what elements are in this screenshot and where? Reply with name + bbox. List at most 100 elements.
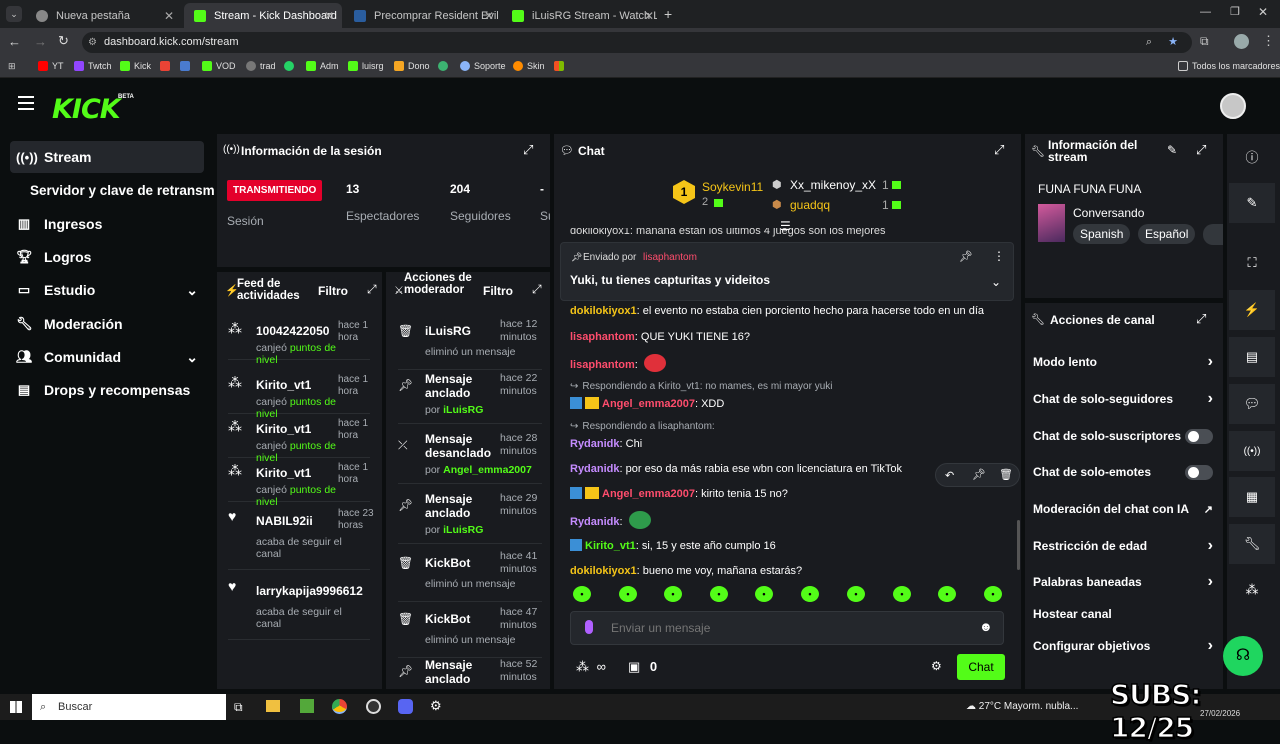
chat-username[interactable]: lisaphantom xyxy=(570,359,635,371)
reply-context[interactable]: ↪ Respondiendo a lisaphantom: xyxy=(570,421,1010,432)
pinned-message[interactable]: 📌︎ Enviado por lisaphantom 📌︎ ⋮ Yuki, tu… xyxy=(560,242,1014,301)
profile-avatar[interactable] xyxy=(1234,34,1249,49)
chat-message[interactable]: dokilokiyox1: bueno me voy, mañana estar… xyxy=(570,563,1010,581)
feed-item[interactable]: ⁂ Kirito_vt1 hace 1 hora canjeó puntos de n… xyxy=(228,416,370,464)
bookmark-star-icon[interactable]: ★ xyxy=(1168,32,1178,53)
popout-icon[interactable]: ⤢ xyxy=(532,282,542,297)
kick-logo[interactable]: KICK xyxy=(52,94,121,125)
chat-username[interactable]: dokilokiyox1 xyxy=(570,565,637,577)
feed-item[interactable]: ♥ larrykapija9996612 acaba de seguir el ca… xyxy=(228,576,370,640)
sidebar-item-stream[interactable]: ((•)) Stream xyxy=(10,141,204,173)
channel-action-item[interactable]: Moderación del chat con IA ↗ xyxy=(1033,501,1213,517)
unpin-icon[interactable]: 📌︎ xyxy=(959,250,973,263)
popout-icon[interactable]: ⤢ xyxy=(1196,142,1206,158)
mod-action-user[interactable]: Angel_emma2007 xyxy=(443,464,532,476)
bookmark-item[interactable]: YT xyxy=(38,61,64,71)
channel-action-item[interactable]: Chat de solo-suscriptores xyxy=(1033,428,1213,444)
emoji-picker-icon[interactable]: ☻ xyxy=(979,619,993,634)
chat-username[interactable]: Kirito_vt1 xyxy=(585,540,636,552)
sidebar-item-estudio[interactable]: ▭ Estudio ⌄ xyxy=(10,274,204,306)
extensions-icon[interactable]: ⧉ xyxy=(1200,34,1209,49)
support-headset-button[interactable]: ☊ xyxy=(1223,636,1263,676)
sidebar-item-ingresos[interactable]: ▥ Ingresos xyxy=(10,208,204,240)
edit-pencil-icon[interactable]: ✎ xyxy=(1229,183,1275,223)
bookmark-item[interactable]: luisrg xyxy=(348,61,384,71)
all-bookmarks[interactable]: Todos los marcadores xyxy=(1178,61,1280,71)
broadcast-icon[interactable]: ((•)) xyxy=(1229,431,1275,471)
mod-action-item[interactable]: 📌︎ Mensaje anclado hace 52 minutos xyxy=(398,656,542,696)
close-tab-icon[interactable]: ✕ xyxy=(484,9,494,23)
bookmark-item[interactable]: Soporte xyxy=(460,61,506,71)
channel-action-item[interactable]: Chat de solo-seguidores › xyxy=(1033,390,1213,407)
modactions-filter-button[interactable]: Filtro xyxy=(483,284,513,298)
reply-icon[interactable]: ↶ xyxy=(945,469,954,482)
popout-icon[interactable]: ⤢ xyxy=(367,282,377,297)
site-info-icon[interactable]: ⚙ xyxy=(88,32,97,53)
browser-tab[interactable]: iLuisRG Stream - Watch Live on ✕ xyxy=(502,3,662,28)
sidebar-item-comunidad[interactable]: 👥︎ Comunidad ⌄ xyxy=(10,341,204,373)
chat-scrollbar[interactable] xyxy=(1017,520,1020,570)
popout-icon[interactable]: ⤢ xyxy=(523,142,533,158)
pinned-author[interactable]: lisaphantom xyxy=(643,252,697,263)
feed-filter-button[interactable]: Filtro xyxy=(318,284,348,298)
feed-item[interactable]: ⁂ Kirito_vt1 hace 1 hora canjeó puntos de n… xyxy=(228,372,370,420)
chat-username[interactable]: Angel_emma2007 xyxy=(602,488,695,500)
user-avatar[interactable] xyxy=(1220,93,1246,119)
sidebar-item-server-key[interactable]: Servidor y clave de retransmisión xyxy=(10,174,215,206)
close-tab-icon[interactable]: ✕ xyxy=(164,9,174,23)
discord-icon[interactable] xyxy=(398,699,413,714)
collapse-leaderboard-icon[interactable]: ☰ xyxy=(780,219,791,233)
info-icon[interactable]: ⓘ xyxy=(1229,136,1275,176)
bookmark-icon[interactable] xyxy=(180,61,194,71)
chat-username[interactable]: Rydanidk xyxy=(570,438,620,450)
file-explorer-icon[interactable] xyxy=(266,700,280,712)
bookmark-item[interactable]: Skin xyxy=(513,61,545,71)
chat-username[interactable]: lisaphantom xyxy=(570,331,635,343)
back-icon[interactable]: ← xyxy=(8,34,21,49)
mod-action-item[interactable]: 🗑︎ iLuisRG hace 12 minutos eliminó un mensa… xyxy=(398,316,542,370)
emote-button[interactable]: • xyxy=(619,586,637,602)
sidebar-item-logros[interactable]: 🏆︎ Logros xyxy=(10,241,204,273)
emote-button[interactable]: • xyxy=(938,586,956,602)
mod-action-item[interactable]: 🗑︎ KickBot hace 41 minutos eliminó un mensa… xyxy=(398,548,542,602)
weather-widget[interactable]: ☁ 27°C Mayorm. nubla... xyxy=(966,701,1078,712)
bookmark-item[interactable]: Dono xyxy=(394,61,430,71)
hamburger-menu-icon[interactable] xyxy=(18,96,34,110)
leader-name[interactable]: Soykevin11 xyxy=(702,180,763,194)
task-view-icon[interactable]: ⧉ xyxy=(234,700,243,715)
wrench-icon[interactable]: 🔧︎ xyxy=(1229,524,1275,564)
chat-message[interactable]: Rydanidk: xyxy=(570,511,1010,529)
chat-username[interactable]: Rydanidk xyxy=(570,516,620,528)
reload-icon[interactable]: ↻ xyxy=(58,33,69,49)
channel-action-item[interactable]: Palabras baneadas › xyxy=(1033,573,1213,590)
bookmark-item[interactable]: VOD xyxy=(202,61,236,71)
feed-item[interactable]: ⁂ 10042422050 hace 1 hora canjeó puntos de … xyxy=(228,318,370,366)
delete-icon[interactable]: 🗑︎ xyxy=(999,468,1013,481)
more-options-icon[interactable]: ⋮ xyxy=(993,249,1005,263)
emote-button[interactable]: • xyxy=(801,586,819,602)
tag-chip[interactable]: Español xyxy=(1138,224,1196,244)
restore-icon[interactable]: ❐ xyxy=(1230,5,1240,18)
url-input[interactable]: ⚙ dashboard.kick.com/stream ⌕ ★ xyxy=(82,32,1192,53)
layout-icon[interactable]: ▦ xyxy=(1229,477,1275,517)
mod-action-user[interactable]: iLuisRG xyxy=(443,524,483,536)
screenshot-icon[interactable]: ⛶ xyxy=(1229,243,1275,283)
mod-action-item[interactable]: ⤫ Mensaje desanclado hace 28 minutos por An… xyxy=(398,430,542,484)
emote-button[interactable]: • xyxy=(847,586,865,602)
browser-tab[interactable]: Precomprar Resident Evil Requ ✕ xyxy=(344,3,502,28)
emote-button[interactable]: • xyxy=(893,586,911,602)
bookmark-item[interactable]: Adm xyxy=(306,61,339,71)
emote-button[interactable]: • xyxy=(984,586,1002,602)
chrome-icon[interactable] xyxy=(332,699,347,714)
microphone-icon[interactable] xyxy=(585,620,593,634)
gmail-icon[interactable] xyxy=(160,61,174,71)
sidebar-item-drops[interactable]: ▤ Drops y recompensas xyxy=(10,374,204,406)
channel-action-item[interactable]: Chat de solo-emotes xyxy=(1033,464,1213,480)
popout-icon[interactable]: ⤢ xyxy=(994,142,1004,158)
community-icon[interactable]: ⁂ xyxy=(1229,570,1275,610)
chat-message[interactable]: Angel_emma2007: kirito tenia 15 no? xyxy=(570,486,1010,504)
feed-item[interactable]: ⁂ Kirito_vt1 hace 1 hora canjeó puntos de n… xyxy=(228,460,370,508)
chat-settings-icon[interactable]: ⚙ xyxy=(931,659,942,673)
category-name[interactable]: Conversando xyxy=(1073,206,1144,220)
feed-user[interactable]: larrykapija9996612 xyxy=(256,584,364,598)
